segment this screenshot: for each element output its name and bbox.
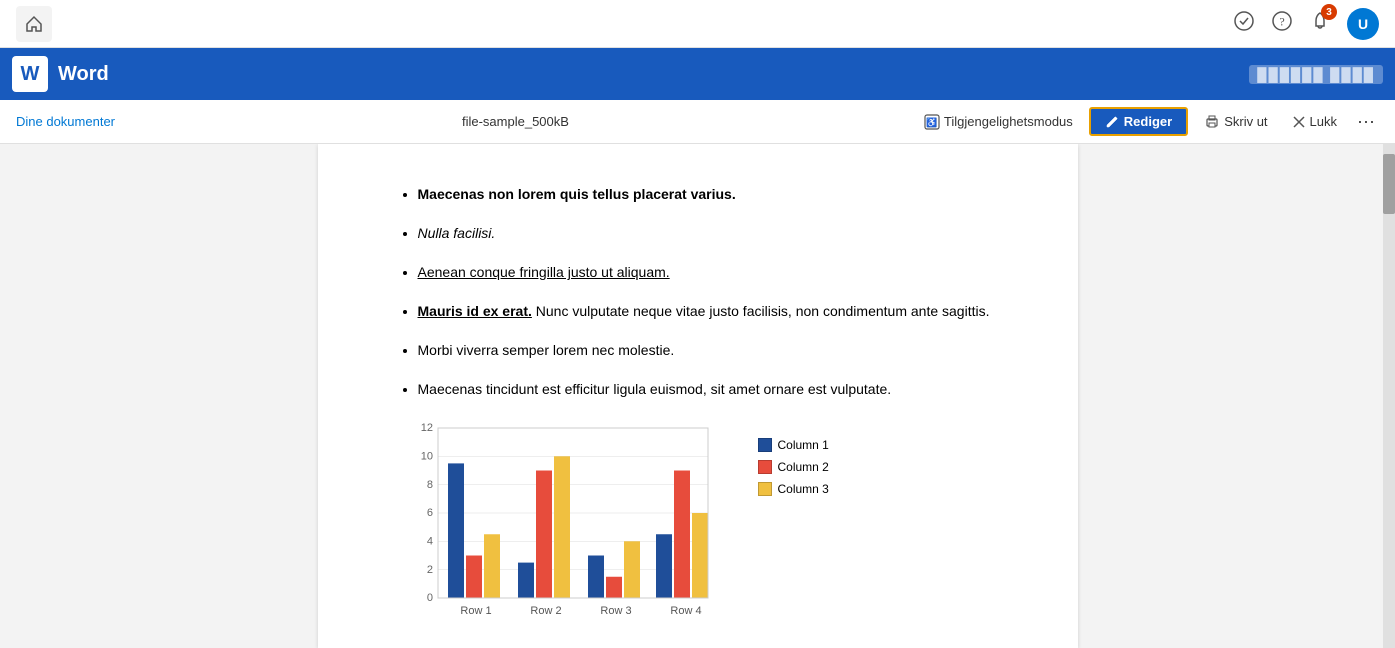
svg-text:12: 12: [420, 422, 432, 434]
bar-r2-c1: [518, 563, 534, 598]
legend-color-col2: [758, 460, 772, 474]
user-initial: U: [1358, 16, 1368, 32]
svg-text:Row 2: Row 2: [530, 605, 561, 617]
help-svg: ?: [1271, 10, 1293, 32]
ellipsis-icon: ···: [1357, 111, 1375, 131]
user-name-blurred: ██████ ████: [1249, 65, 1383, 84]
home-button[interactable]: [16, 6, 52, 42]
bullet-text-6: Maecenas tincidunt est efficitur ligula …: [418, 381, 892, 397]
edit-button[interactable]: Rediger: [1089, 107, 1188, 136]
bar-r2-c3: [554, 456, 570, 598]
app-icon-letter: W: [21, 63, 40, 86]
scrollbar-thumb[interactable]: [1383, 154, 1395, 214]
svg-text:♿: ♿: [926, 116, 937, 127]
bar-r3-c3: [624, 541, 640, 598]
svg-text:Row 1: Row 1: [460, 605, 491, 617]
legend-color-col3: [758, 482, 772, 496]
system-bar-right: ? 3 U: [1233, 8, 1379, 40]
chart-container: 0 2 4 6 8 10: [398, 418, 998, 628]
svg-text:2: 2: [426, 564, 432, 576]
list-item: Maecenas tincidunt est efficitur ligula …: [418, 379, 998, 400]
scrollbar[interactable]: [1383, 144, 1395, 648]
toolbar-right: ♿ Tilgjengelighetsmodus Rediger Skriv ut…: [916, 107, 1379, 136]
bullet-list: Maecenas non lorem quis tellus placerat …: [398, 184, 998, 400]
list-item: Mauris id ex erat. Nunc vulputate neque …: [418, 301, 998, 322]
bar-r1-c2: [466, 556, 482, 599]
legend-label-col1: Column 1: [778, 438, 829, 452]
legend-color-col1: [758, 438, 772, 452]
close-icon: [1292, 115, 1306, 129]
more-button[interactable]: ···: [1353, 107, 1379, 136]
svg-text:10: 10: [420, 451, 432, 463]
help-icon[interactable]: ?: [1271, 10, 1293, 37]
user-avatar[interactable]: U: [1347, 8, 1379, 40]
home-icon: [24, 14, 44, 34]
print-button[interactable]: Skriv ut: [1196, 110, 1275, 134]
bar-r1-c3: [484, 534, 500, 598]
bar-r4-c2: [674, 471, 690, 599]
toolbar: Dine dokumenter file-sample_500kB ♿ Tilg…: [0, 100, 1395, 144]
close-button[interactable]: Lukk: [1284, 110, 1345, 133]
print-label: Skriv ut: [1224, 114, 1267, 129]
breadcrumb[interactable]: Dine dokumenter: [16, 114, 115, 129]
bar-chart: 0 2 4 6 8 10: [398, 418, 738, 628]
printer-icon: [1204, 114, 1220, 130]
bullet-text-4-prefix: Mauris id ex erat.: [418, 303, 532, 319]
accessibility-button[interactable]: ♿ Tilgjengelighetsmodus: [916, 110, 1081, 134]
notification-badge: 3: [1321, 4, 1337, 20]
edit-label: Rediger: [1124, 114, 1172, 129]
app-bar: W Word ██████ ████: [0, 48, 1395, 100]
svg-text:0: 0: [426, 592, 432, 604]
system-bar: ? 3 U: [0, 0, 1395, 48]
close-label: Lukk: [1310, 114, 1337, 129]
bar-r4-c3: [692, 513, 708, 598]
pencil-icon: [1105, 115, 1119, 129]
bar-r3-c2: [606, 577, 622, 598]
svg-text:6: 6: [426, 507, 432, 519]
list-item: Morbi viverra semper lorem nec molestie.: [418, 340, 998, 361]
list-item: Nulla facilisi.: [418, 223, 998, 244]
app-icon: W: [12, 56, 48, 92]
svg-text:8: 8: [426, 479, 432, 491]
bar-r1-c1-v: [448, 463, 464, 598]
bullet-text-2: Nulla facilisi.: [418, 225, 496, 241]
notification-wrapper[interactable]: 3: [1309, 10, 1331, 37]
bullet-text-1: Maecenas non lorem quis tellus placerat …: [418, 186, 736, 202]
legend-item-col2: Column 2: [758, 460, 829, 474]
svg-text:?: ?: [1279, 15, 1284, 29]
check-circle-icon[interactable]: [1233, 10, 1255, 37]
bullet-text-3: Aenean conque fringilla justo ut aliquam…: [418, 264, 670, 280]
legend-label-col3: Column 3: [778, 482, 829, 496]
filename: file-sample_500kB: [115, 114, 916, 129]
legend-item-col3: Column 3: [758, 482, 829, 496]
svg-text:Row 4: Row 4: [670, 605, 701, 617]
list-item: Maecenas non lorem quis tellus placerat …: [418, 184, 998, 205]
app-bar-user: ██████ ████: [1249, 67, 1383, 82]
document-area: Maecenas non lorem quis tellus placerat …: [0, 144, 1395, 648]
svg-text:4: 4: [426, 536, 432, 548]
bar-r3-c1: [588, 556, 604, 599]
accessibility-label: Tilgjengelighetsmodus: [944, 114, 1073, 129]
bar-r4-c1: [656, 534, 672, 598]
list-item: Aenean conque fringilla justo ut aliquam…: [418, 262, 998, 283]
chart-legend: Column 1 Column 2 Column 3: [758, 438, 829, 496]
bullet-text-4-suffix: Nunc vulputate neque vitae justo facilis…: [532, 303, 990, 319]
bar-r2-c2: [536, 471, 552, 599]
svg-text:Row 3: Row 3: [600, 605, 631, 617]
check-circle-svg: [1233, 10, 1255, 32]
bullet-text-5: Morbi viverra semper lorem nec molestie.: [418, 342, 675, 358]
system-bar-left: [16, 6, 52, 42]
accessibility-icon: ♿: [924, 114, 940, 130]
document-page: Maecenas non lorem quis tellus placerat …: [318, 144, 1078, 648]
legend-item-col1: Column 1: [758, 438, 829, 452]
chart-svg: 0 2 4 6 8 10: [398, 418, 738, 628]
legend-label-col2: Column 2: [778, 460, 829, 474]
app-title: Word: [58, 63, 109, 86]
